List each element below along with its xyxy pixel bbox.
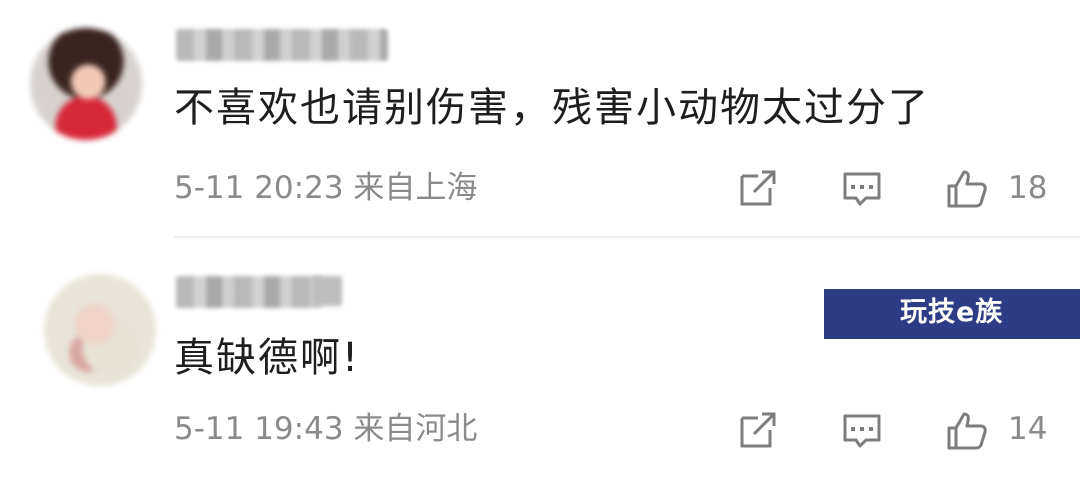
avatar[interactable] (30, 28, 142, 140)
like-button[interactable] (945, 166, 989, 210)
reply-button[interactable] (840, 408, 884, 452)
avatar[interactable] (44, 274, 156, 386)
comment-meta: 5-11 20:23 来自上海 (174, 170, 478, 206)
like-button[interactable] (945, 408, 989, 452)
like-count: 14 (1008, 411, 1048, 447)
reply-icon (843, 414, 881, 448)
share-icon (740, 412, 776, 448)
reply-button[interactable] (840, 166, 884, 210)
like-icon (947, 412, 987, 450)
comment-text: 不喜欢也请别伤害，残害小动物太过分了 (174, 85, 930, 131)
comment-item: 真缺德啊! 5-11 19:43 来自河北 14 (0, 238, 1080, 477)
comment-text: 真缺德啊! (174, 335, 361, 381)
watermark-logo: 玩技e族 (824, 289, 1080, 339)
comment-item: 不喜欢也请别伤害，残害小动物太过分了 5-11 20:23 来自上海 18 (0, 0, 1080, 238)
like-icon (947, 170, 987, 208)
share-button[interactable] (736, 166, 780, 210)
share-button[interactable] (736, 408, 780, 452)
comment-meta: 5-11 19:43 来自河北 (174, 411, 478, 447)
watermark-text: 玩技e族 (900, 297, 1004, 328)
reply-icon (843, 172, 881, 206)
username-blurred[interactable] (176, 276, 322, 308)
like-count: 18 (1008, 170, 1048, 206)
username-blurred-tail (312, 276, 342, 306)
username-blurred[interactable] (176, 29, 388, 61)
share-icon (740, 170, 776, 206)
